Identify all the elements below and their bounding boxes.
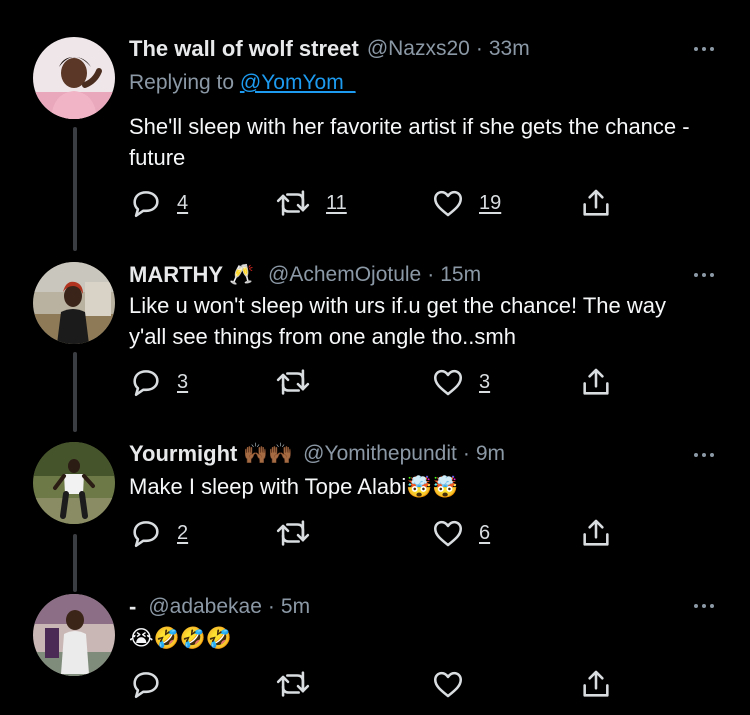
tweet-header: - @adabekae · 5m	[129, 592, 710, 622]
more-dots-icon[interactable]	[694, 273, 714, 277]
tweet[interactable]: - @adabekae · 5m 😭🤣🤣🤣	[0, 592, 750, 715]
timestamp[interactable]: 9m	[476, 439, 505, 469]
reply-count: 3	[177, 370, 189, 393]
like-button[interactable]: 19	[431, 186, 501, 220]
reply-icon	[133, 191, 159, 218]
tweet-text-content: Make I sleep with Tope Alabi	[129, 474, 407, 499]
like-button[interactable]: 3	[431, 365, 490, 399]
retweet-button[interactable]	[274, 365, 312, 399]
share-button[interactable]	[579, 186, 613, 220]
display-name[interactable]: Yourmight	[129, 439, 237, 469]
tweet-text: She'll sleep with her favorite artist if…	[129, 111, 699, 173]
separator: ·	[462, 442, 470, 465]
tweet-actions: 4 11 19	[129, 186, 629, 220]
replying-to-link[interactable]: @YomYom_	[240, 71, 356, 94]
tweet-actions	[129, 667, 629, 701]
tweet-text-content: She'll sleep with her favorite artist if…	[129, 114, 690, 170]
display-name[interactable]: The wall of wolf street	[129, 34, 359, 64]
heart-icon	[433, 369, 463, 396]
tweet-header: Yourmight 🙌🏾🙌🏾 @Yomithepundit · 9m	[129, 439, 710, 469]
avatar[interactable]	[33, 594, 115, 676]
user-handle[interactable]: @Yomithepundit	[303, 439, 457, 469]
tweet-text: Make I sleep with Tope Alabi🤯🤯	[129, 471, 710, 503]
retweet-icon	[276, 369, 310, 395]
reply-icon	[133, 672, 159, 699]
more-dots-icon[interactable]	[694, 604, 714, 608]
tweet[interactable]: Yourmight 🙌🏾🙌🏾 @Yomithepundit · 9m Make …	[0, 432, 750, 592]
retweet-button[interactable]	[274, 667, 312, 701]
heart-icon	[433, 671, 463, 698]
reply-button[interactable]: 2	[129, 516, 188, 550]
tweet[interactable]: The wall of wolf street @Nazxs20 · 33m R…	[0, 0, 750, 252]
like-button[interactable]	[431, 667, 465, 701]
like-count: 3	[479, 370, 491, 393]
timestamp[interactable]: 5m	[281, 592, 310, 622]
more-dots-icon[interactable]	[694, 47, 714, 51]
tweet[interactable]: MARTHY 🥂 @AchemOjotule · 15m Like u won'…	[0, 252, 750, 432]
reply-button[interactable]: 4	[129, 186, 188, 220]
user-handle[interactable]: @adabekae	[148, 592, 262, 622]
avatar[interactable]	[33, 262, 115, 344]
like-count: 6	[479, 521, 491, 544]
retweet-icon	[276, 190, 310, 216]
timestamp[interactable]: 15m	[440, 260, 481, 290]
tweet-text-content: Like u won't sleep with urs if.u get the…	[129, 293, 666, 349]
share-icon	[583, 368, 609, 395]
share-button[interactable]	[579, 516, 613, 550]
reply-icon	[133, 521, 159, 548]
retweet-count: 11	[326, 191, 347, 214]
share-button[interactable]	[579, 667, 613, 701]
user-handle[interactable]: @AchemOjotule	[268, 260, 421, 290]
separator: ·	[267, 595, 275, 618]
thread-line	[73, 534, 77, 592]
reply-count: 4	[177, 191, 189, 214]
retweet-icon	[276, 671, 310, 697]
avatar[interactable]	[33, 37, 115, 119]
name-emoji: 🥂	[229, 264, 255, 286]
share-button[interactable]	[579, 365, 613, 399]
display-name[interactable]: -	[129, 592, 136, 622]
reply-button[interactable]: 3	[129, 365, 188, 399]
retweet-icon	[276, 520, 310, 546]
tweet-text: Like u won't sleep with urs if.u get the…	[129, 290, 709, 352]
name-emoji: 🙌🏾🙌🏾	[243, 443, 294, 465]
tweet-actions: 3 3	[129, 365, 629, 399]
tweet-emojis: 🤯🤯	[406, 476, 459, 499]
share-icon	[583, 189, 609, 216]
separator: ·	[475, 37, 483, 60]
heart-icon	[433, 190, 463, 217]
user-handle[interactable]: @Nazxs20	[367, 34, 470, 64]
tweet-text: 😭🤣🤣🤣	[129, 622, 710, 654]
like-count: 19	[479, 191, 502, 214]
reply-count: 2	[177, 521, 189, 544]
replying-label: Replying to	[129, 71, 235, 94]
thread-line	[73, 127, 77, 251]
thread-line	[73, 352, 77, 432]
heart-icon	[433, 520, 463, 547]
tweet-actions: 2 6	[129, 516, 629, 550]
share-icon	[583, 670, 609, 697]
timestamp[interactable]: 33m	[489, 34, 530, 64]
tweet-emojis: 😭🤣🤣🤣	[129, 627, 232, 650]
reply-button[interactable]	[129, 667, 163, 701]
retweet-button[interactable]	[274, 516, 312, 550]
share-icon	[583, 519, 609, 546]
retweet-button[interactable]: 11	[274, 186, 347, 220]
separator: ·	[427, 263, 435, 286]
display-name[interactable]: MARTHY	[129, 260, 223, 290]
replying-to: Replying to @YomYom_	[129, 68, 710, 98]
tweet-header: MARTHY 🥂 @AchemOjotule · 15m	[129, 260, 710, 290]
avatar[interactable]	[33, 442, 115, 524]
like-button[interactable]: 6	[431, 516, 490, 550]
reply-icon	[133, 370, 159, 397]
tweet-header: The wall of wolf street @Nazxs20 · 33m	[129, 34, 710, 64]
more-dots-icon[interactable]	[694, 453, 714, 457]
